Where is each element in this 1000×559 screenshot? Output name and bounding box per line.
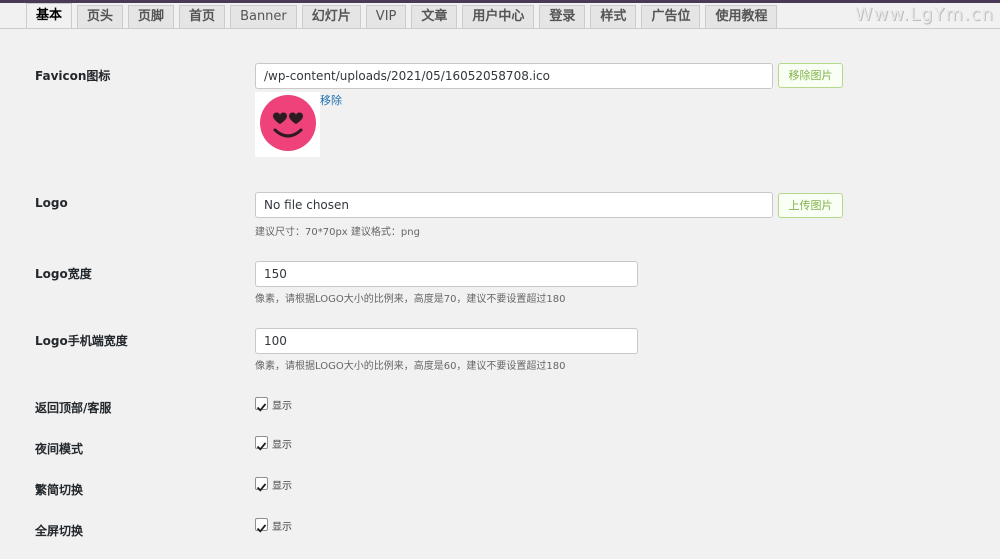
favicon-url-input[interactable] (255, 63, 773, 89)
logo-width-label: Logo宽度 (35, 267, 92, 281)
checkmark-icon (256, 483, 267, 492)
tab-article[interactable]: 文章 (411, 5, 458, 29)
back-to-top-option: 显示 (272, 401, 292, 412)
upload-image-button[interactable]: 上传图片 (778, 193, 843, 218)
tab-banner[interactable]: Banner (230, 5, 297, 29)
tab-login[interactable]: 登录 (539, 5, 586, 29)
tab-user-center[interactable]: 用户中心 (462, 5, 535, 29)
back-to-top-checkbox[interactable] (255, 397, 268, 412)
logo-file-input[interactable] (255, 192, 773, 218)
favicon-label: Favicon图标 (35, 69, 111, 83)
checkmark-icon (256, 524, 267, 533)
tab-home[interactable]: 首页 (179, 5, 226, 29)
logo-label: Logo (35, 196, 68, 210)
logo-width-hint: 像素，请根据LOGO大小的比例来，高度是70，建议不要设置超过180 (255, 294, 566, 305)
smiley-heart-eyes-icon (260, 95, 316, 151)
tab-footer[interactable]: 页脚 (128, 5, 175, 29)
favicon-preview (255, 92, 320, 157)
remove-favicon-link[interactable]: 移除 (320, 92, 342, 108)
remove-image-button[interactable]: 移除图片 (778, 63, 843, 88)
logo-mobile-width-label: Logo手机端宽度 (35, 334, 128, 348)
night-mode-option: 显示 (272, 440, 292, 451)
logo-width-input[interactable] (255, 261, 638, 287)
simplified-traditional-label: 繁简切换 (35, 483, 84, 497)
fullscreen-label: 全屏切换 (35, 524, 84, 538)
tab-slideshow[interactable]: 幻灯片 (301, 5, 361, 29)
logo-mobile-width-hint: 像素，请根据LOGO大小的比例来，高度是60，建议不要设置超过180 (255, 361, 566, 372)
tab-ads[interactable]: 广告位 (641, 5, 701, 29)
back-to-top-label: 返回顶部/客服 (35, 401, 112, 415)
night-mode-label: 夜间模式 (35, 442, 84, 456)
tab-tutorial[interactable]: 使用教程 (705, 5, 778, 29)
logo-hint: 建议尺寸：70*70px 建议格式：png (255, 227, 420, 238)
fullscreen-checkbox[interactable] (255, 518, 268, 533)
fullscreen-option: 显示 (272, 522, 292, 533)
logo-mobile-width-input[interactable] (255, 328, 638, 354)
tab-vip[interactable]: VIP (365, 5, 407, 29)
watermark: Www.LgYm.cn (854, 4, 994, 25)
simplified-traditional-checkbox[interactable] (255, 477, 268, 492)
night-mode-checkbox[interactable] (255, 436, 268, 451)
tab-header[interactable]: 页头 (77, 5, 124, 29)
checkmark-icon (256, 442, 267, 451)
tab-style[interactable]: 样式 (590, 5, 637, 29)
settings-tabs: 基本 页头 页脚 首页 Banner 幻灯片 VIP 文章 用户中心 登录 样式… (26, 3, 782, 29)
tab-basic[interactable]: 基本 (26, 3, 73, 29)
checkmark-icon (256, 403, 267, 412)
simplified-traditional-option: 显示 (272, 481, 292, 492)
tabs-divider (0, 28, 1000, 29)
